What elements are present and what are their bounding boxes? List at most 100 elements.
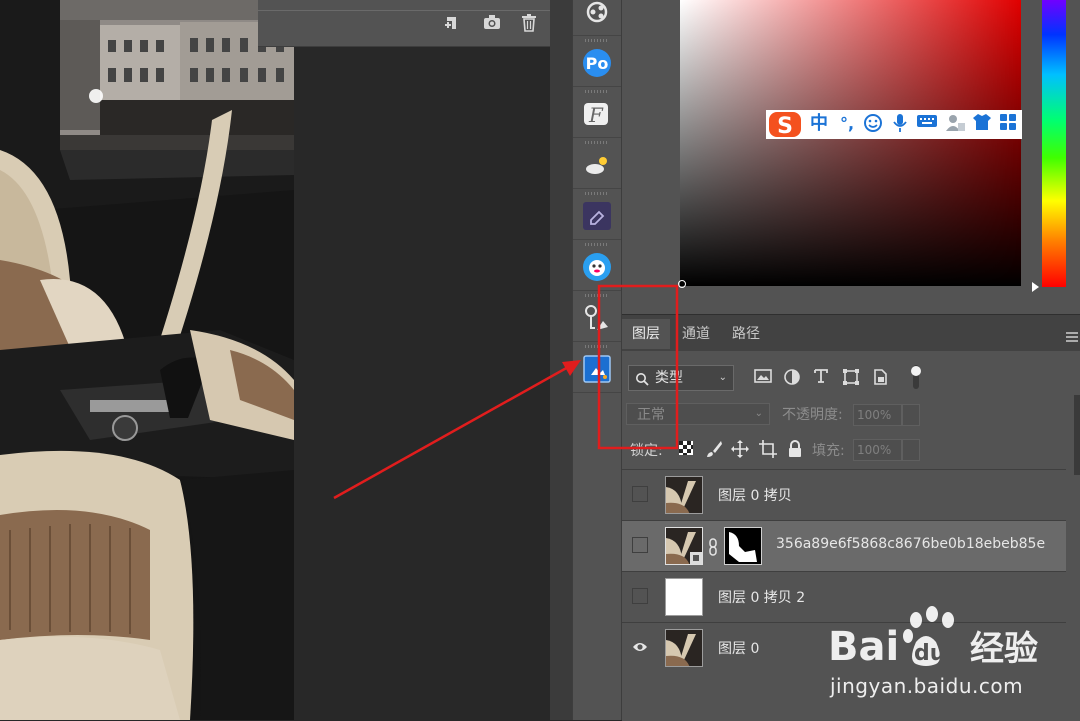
microphone-icon[interactable] [890,113,910,135]
layer-row-selected[interactable]: 356a89e6f5868c8676be0b18ebeb85e [622,520,1066,571]
lock-transparent-pixels-icon[interactable] [678,440,696,458]
lock-image-pixels-brush-icon[interactable] [705,440,723,458]
document-canvas[interactable] [0,0,294,720]
layer-thumbnail[interactable] [665,578,703,616]
emoji-icon[interactable] [862,113,884,135]
ime-chinese-mode[interactable]: 中 [808,113,830,135]
plugin-slot[interactable] [573,189,621,240]
fill-label: 填充: [812,443,845,459]
sogou-ime-toolbar: S 中 °, [766,110,1022,139]
layer-name: 图层 0 [718,641,760,657]
drag-grip[interactable] [585,90,609,93]
toolbox-grid-icon[interactable] [998,113,1018,135]
layer-name: 图层 0 拷贝 2 [718,590,806,606]
drag-grip[interactable] [585,243,609,246]
drag-grip[interactable] [585,192,609,195]
svg-text:经验: 经验 [970,629,1038,669]
trash-icon[interactable] [517,14,541,36]
filter-kind-label: 类型 [655,370,683,386]
lock-all-padlock-icon[interactable] [787,440,805,458]
camera-icon[interactable] [480,14,504,36]
new-snapshot-icon[interactable] [440,14,464,36]
layer-visibility-toggle[interactable] [632,537,648,553]
baidu-logo-icon: Bai du 经验 [828,606,1038,670]
tab-layers[interactable]: 图层 [622,319,670,349]
mask-link-chain-icon[interactable] [707,538,719,560]
layer-thumbnail[interactable] [665,629,703,667]
layer-filter-kind-select[interactable]: 类型 ⌄ [628,365,734,391]
share-plugin-icon[interactable] [583,0,611,28]
filter-pixel-layers-icon[interactable] [754,368,774,388]
filter-smart-objects-icon[interactable] [872,368,892,388]
plugin-toolbar: Po F [572,0,622,720]
layer-name: 图层 0 拷贝 [718,488,792,504]
weather-plugin-icon[interactable] [583,151,611,179]
filter-shape-layers-icon[interactable] [842,368,862,388]
plugin-slot[interactable] [573,240,621,291]
opacity-dropdown-arrow[interactable] [902,404,920,426]
lock-artboard-crop-icon[interactable] [759,440,777,458]
ime-punctuation-mode[interactable]: °, [836,113,858,135]
skin-shirt-icon[interactable] [972,113,992,135]
layer-visibility-toggle[interactable] [632,588,648,604]
color-picker-cursor[interactable] [678,280,686,288]
plugin-slot[interactable] [573,138,621,189]
tab-channels[interactable]: 通道 [672,319,720,349]
watermark-url: jingyan.baidu.com [830,674,1024,698]
plugin-slot[interactable] [573,342,621,393]
hue-slider[interactable] [1042,0,1066,287]
user-tools-icon[interactable] [944,113,966,135]
blend-mode-select[interactable]: 正常 ⌄ [626,403,770,425]
panel-gutter [550,0,572,720]
opacity-input[interactable]: 100% [853,404,902,426]
layers-scrollbar[interactable] [1074,395,1080,475]
mascot-plugin-icon[interactable] [583,253,611,281]
tab-paths[interactable]: 路径 [722,319,770,349]
drag-grip[interactable] [585,345,609,348]
panel-menu-icon[interactable] [1066,327,1078,342]
layer-thumbnail[interactable] [665,527,703,565]
blend-mode-value: 正常 [637,407,665,423]
plugin-slot[interactable] [573,0,621,36]
svg-text:Po: Po [586,54,609,73]
workspace-background [294,0,550,720]
eye-icon[interactable] [632,639,648,655]
brush-tool-plugin-icon[interactable] [583,304,611,332]
fill-dropdown-arrow[interactable] [902,439,920,461]
keyboard-icon[interactable] [916,113,938,135]
opacity-label: 不透明度: [782,407,843,423]
svg-text:Bai: Bai [828,624,899,670]
saturation-brightness-field[interactable] [680,0,1021,286]
layer-row[interactable]: 图层 0 拷贝 [622,469,1066,520]
layer-thumbnail[interactable] [665,476,703,514]
plugin-slot[interactable] [573,291,621,342]
lock-position-move-icon[interactable] [731,440,749,458]
lock-label: 锁定: [630,443,663,459]
svg-text:du: du [914,641,945,666]
layer-name: 356a89e6f5868c8676be0b18ebeb85e [776,536,1046,552]
layers-panel-tabbar: 图层 通道 路径 [622,315,1080,351]
drag-grip[interactable] [585,141,609,144]
fill-input[interactable]: 100% [853,439,902,461]
filter-adjustment-layers-icon[interactable] [783,368,803,388]
plugin-slot[interactable]: Po [573,36,621,87]
filter-type-layers-icon[interactable] [813,368,833,388]
plugin-slot[interactable]: F [573,87,621,138]
layer-visibility-toggle[interactable] [632,486,648,502]
extension-plugin-icon[interactable] [583,355,611,383]
svg-text:F: F [588,103,604,127]
drag-grip[interactable] [585,294,609,297]
chevron-down-icon: ⌄ [718,372,727,383]
eraser-plugin-icon[interactable] [583,202,611,230]
search-icon [635,370,649,394]
layer-mask-thumbnail[interactable] [724,527,762,565]
font-plugin-icon[interactable]: F [583,100,611,128]
drag-grip[interactable] [585,39,609,42]
car-interior-photo [0,0,294,720]
chevron-down-icon: ⌄ [754,408,763,419]
sogou-logo-icon[interactable]: S [768,111,802,139]
ps-plugin-icon[interactable]: Po [583,49,611,77]
baidu-jingyan-watermark: Bai du 经验 jingyan.baidu.com [826,602,1056,702]
hue-slider-handle[interactable] [1032,282,1039,292]
filter-toggle-switch[interactable] [910,365,930,389]
